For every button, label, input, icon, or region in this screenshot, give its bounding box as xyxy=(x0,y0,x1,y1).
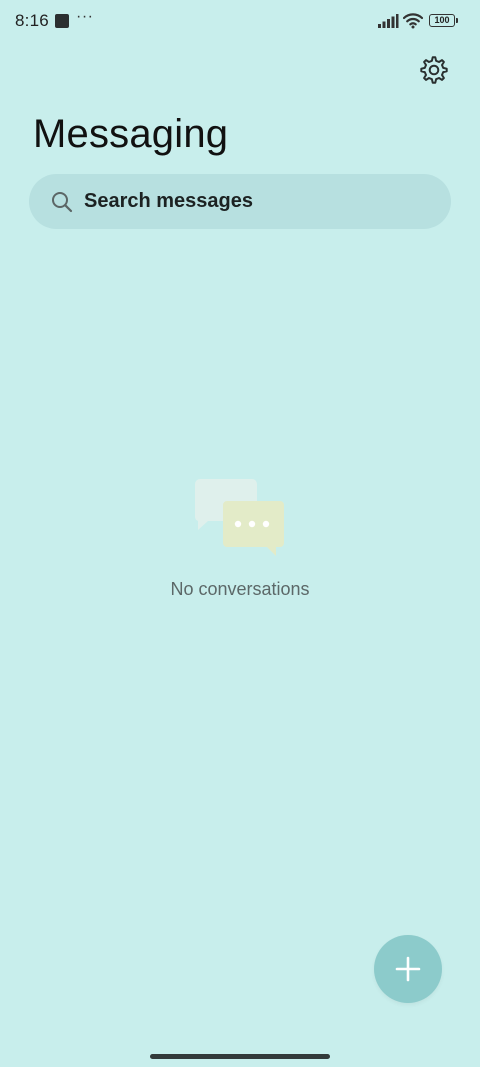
status-time: 8:16 xyxy=(15,11,49,30)
gear-icon xyxy=(420,56,448,84)
more-notifications-indicator: ··· xyxy=(76,8,94,25)
home-indicator[interactable] xyxy=(150,1054,330,1059)
notification-square-icon xyxy=(55,14,69,28)
battery-icon: 100 xyxy=(429,14,455,27)
battery-tip xyxy=(456,18,458,23)
empty-state-message: No conversations xyxy=(170,579,310,599)
search-bar[interactable]: Search messages xyxy=(29,174,451,229)
chat-bubbles-icon xyxy=(194,479,284,556)
settings-button[interactable] xyxy=(414,50,454,90)
search-icon xyxy=(52,192,73,213)
plus-icon xyxy=(395,956,421,982)
new-conversation-button[interactable] xyxy=(374,935,442,1003)
wifi-icon xyxy=(403,13,423,29)
status-bar: 8:16 ··· 100 xyxy=(0,0,480,42)
search-placeholder: Search messages xyxy=(84,190,254,212)
page-title: Messaging xyxy=(33,112,229,156)
signal-icon xyxy=(378,14,399,28)
